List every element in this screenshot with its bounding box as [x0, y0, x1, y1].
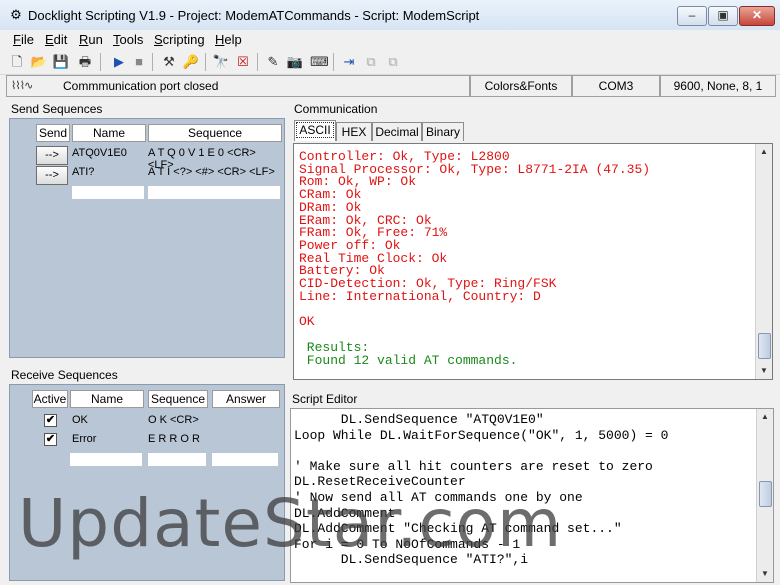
menu-file[interactable]: File — [13, 32, 34, 47]
script-scroll-down-icon[interactable]: ▼ — [757, 566, 773, 582]
name-col-header: Name — [72, 124, 146, 142]
script-scrollbar[interactable]: ▲ ▼ — [756, 409, 773, 582]
snapshot-icon[interactable]: 📷 — [286, 53, 304, 71]
com-port-field: COM3 — [572, 75, 660, 97]
copy-disabled-icon: ⧉ — [366, 54, 376, 69]
script-scroll-up-icon[interactable]: ▲ — [757, 409, 773, 425]
signal-icon: ⌇⌇⌇∿ — [11, 79, 33, 92]
send-button-1[interactable]: --> — [36, 146, 68, 165]
results-output: Results: Found 12 valid AT commands. — [299, 341, 518, 368]
new-send-sequence-cell[interactable] — [148, 186, 280, 199]
receive-sequence-col-header: Sequence — [148, 390, 208, 408]
scroll-thumb[interactable] — [758, 333, 771, 359]
close-button[interactable]: ✕ — [739, 6, 775, 26]
new-file-icon[interactable]: 🗋 — [8, 53, 26, 71]
sequence-col-header: Sequence — [148, 124, 282, 142]
minimize-button[interactable]: – — [677, 6, 707, 26]
send-name-1[interactable]: ATQ0V1E0 — [72, 147, 127, 159]
title-bar: ⚙ Docklight Scripting V1.9 - Project: Mo… — [0, 0, 780, 31]
script-line: DL.SendSequence "ATQ0V1E0" — [294, 412, 544, 427]
toolbar: 🗋 📂 💾 🖶 ▶ ■ ⚒ 🔑 🔭 ☒ ✎ 📷 ⌨ ⇥ ⧉ ⧉ — [0, 50, 780, 75]
paste-disabled-icon: ⧉ — [388, 54, 398, 69]
status-row: ⌇⌇⌇∿ Commmunication port closed Colors&F… — [0, 75, 780, 113]
send-col-header: Send — [36, 124, 70, 142]
port-settings-field: 9600, None, 8, 1 — [660, 75, 776, 97]
new-send-name-cell[interactable] — [72, 186, 144, 199]
receive-name-1[interactable]: OK — [72, 414, 88, 426]
tab-ascii[interactable]: ASCII — [294, 120, 336, 141]
save-icon[interactable]: 💾 — [52, 53, 70, 71]
keyboard-icon[interactable]: ⌨ — [310, 53, 329, 71]
send-name-2[interactable]: ATI? — [72, 166, 94, 178]
send-sequences-title: Send Sequences — [11, 102, 103, 116]
script-scroll-thumb[interactable] — [759, 481, 772, 507]
new-receive-name-cell[interactable] — [70, 453, 142, 466]
receive-name-col-header: Name — [70, 390, 144, 408]
send-sequences-panel: Send Name Sequence --> ATQ0V1E0 A T Q 0 … — [9, 118, 285, 358]
tab-decimal[interactable]: Decimal — [372, 122, 422, 141]
app-icon: ⚙ — [10, 7, 22, 22]
edit-icon[interactable]: ✎ — [264, 53, 282, 71]
find-binoculars-icon[interactable]: 🔭 — [212, 53, 230, 71]
port-status-field: ⌇⌇⌇∿ Commmunication port closed — [6, 75, 470, 97]
communication-line: Line: International, Country: D — [299, 288, 541, 304]
new-receive-sequence-cell[interactable] — [148, 453, 206, 466]
clear-icon[interactable]: ☒ — [234, 53, 252, 71]
send-file-icon[interactable]: ⇥ — [340, 53, 358, 71]
receive-name-2[interactable]: Error — [72, 433, 96, 445]
scroll-down-icon[interactable]: ▼ — [756, 363, 772, 379]
watermark: UpdateStar.com — [18, 485, 563, 562]
send-sequence-2[interactable]: A T I <?> <#> <CR> <LF> — [148, 166, 275, 178]
new-answer-cell[interactable] — [212, 453, 278, 466]
run-icon[interactable]: ▶ — [110, 53, 128, 71]
menu-edit[interactable]: Edit — [45, 32, 67, 47]
print-icon[interactable]: 🖶 — [76, 53, 94, 71]
communication-line — [299, 303, 650, 316]
scroll-up-icon[interactable]: ▲ — [756, 144, 772, 160]
open-folder-icon[interactable]: 📂 — [30, 53, 48, 71]
stop-icon[interactable]: ■ — [130, 53, 148, 71]
window-title: Docklight Scripting V1.9 - Project: Mode… — [28, 8, 480, 23]
active-checkbox-2[interactable]: ✔ — [44, 433, 57, 446]
maximize-button[interactable]: ▣ — [708, 6, 738, 26]
communication-scrollbar[interactable]: ▲ ▼ — [755, 144, 772, 379]
send-button-2[interactable]: --> — [36, 166, 68, 185]
tab-hex[interactable]: HEX — [336, 122, 372, 141]
script-line: Loop While DL.WaitForSequence("OK", 1, 5… — [294, 427, 669, 443]
menu-bar: File Edit Run Tools Scripting Help — [0, 30, 780, 50]
active-checkbox-1[interactable]: ✔ — [44, 414, 57, 427]
menu-scripting[interactable]: Scripting — [154, 32, 205, 47]
receive-sequence-2[interactable]: E R R O R — [148, 433, 200, 445]
project-settings-icon[interactable]: ⚒ — [160, 53, 178, 71]
script-editor-title: Script Editor — [292, 392, 358, 406]
script-line — [294, 443, 668, 459]
tab-binary[interactable]: Binary — [422, 122, 464, 141]
menu-run[interactable]: Run — [79, 32, 103, 47]
menu-help[interactable]: Help — [215, 32, 242, 47]
communication-window[interactable]: Controller: Ok, Type: L2800 Signal Proces… — [293, 143, 773, 380]
key-icon[interactable]: 🔑 — [182, 53, 200, 71]
active-col-header: Active — [32, 390, 68, 408]
answer-col-header: Answer — [212, 390, 280, 408]
communication-title: Communication — [294, 102, 378, 116]
port-status-text: Commmunication port closed — [63, 79, 219, 93]
menu-tools[interactable]: Tools — [113, 32, 143, 47]
receive-sequence-1[interactable]: O K <CR> — [148, 414, 199, 426]
result-line: Found 12 valid AT commands. — [299, 352, 518, 368]
communication-tabs: ASCII HEX Decimal Binary — [294, 120, 774, 142]
script-line: ' Make sure all hit counters are reset t… — [294, 458, 653, 474]
communication-line: OK — [299, 314, 315, 330]
receive-sequences-title: Receive Sequences — [11, 368, 118, 382]
communication-output: Controller: Ok, Type: L2800 Signal Proces… — [299, 150, 650, 342]
mode-field: Colors&Fonts Mode — [470, 75, 572, 113]
